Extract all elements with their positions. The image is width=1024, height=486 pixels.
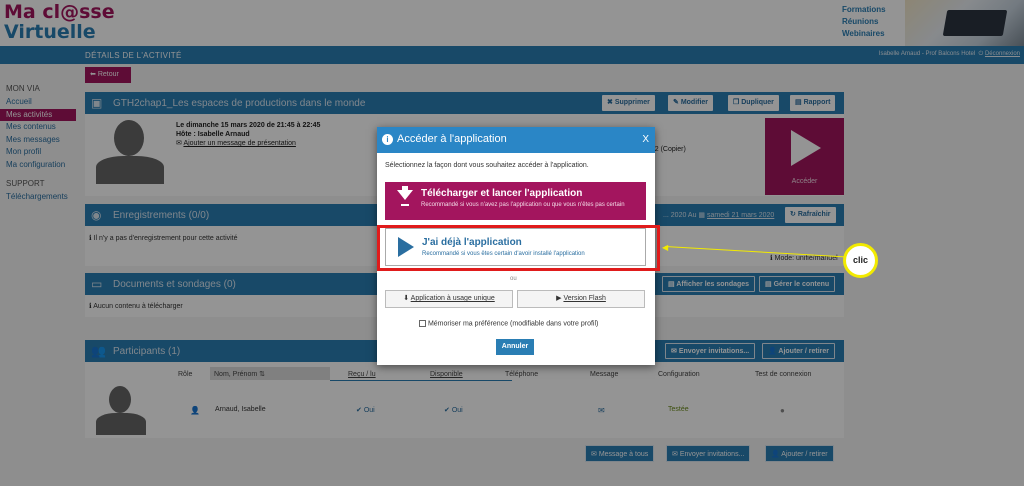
download-launch-option[interactable]: Télécharger et lancer l'application Reco… [385,182,646,220]
modal-header: i Accéder à l'application X [377,127,655,153]
modal-title: Accéder à l'application [397,133,507,145]
flash-version-button[interactable]: ▶ Version Flash [517,290,645,308]
download-arrow-base [401,204,409,206]
remember-preference[interactable]: Mémoriser ma préférence (modifiable dans… [419,320,598,327]
cancel-button[interactable]: Annuler [496,339,534,355]
highlight-box [377,225,660,271]
close-icon[interactable]: X [642,134,649,145]
annotation-arrowhead-icon: ◀ [662,243,669,252]
modal-intro: Sélectionnez la façon dont vous souhaite… [385,162,589,169]
single-use-app-button[interactable]: ⬇ Application à usage unique [385,290,513,308]
remember-checkbox[interactable] [419,320,426,327]
info-icon: i [382,134,393,145]
clic-annotation: clic [843,243,878,278]
or-separator: ou [510,276,517,282]
download-option-title: Télécharger et lancer l'application [421,188,583,199]
download-option-subtitle: Recommandé si vous n'avez pas l'applicat… [421,202,625,208]
download-arrow-stem [402,186,408,193]
